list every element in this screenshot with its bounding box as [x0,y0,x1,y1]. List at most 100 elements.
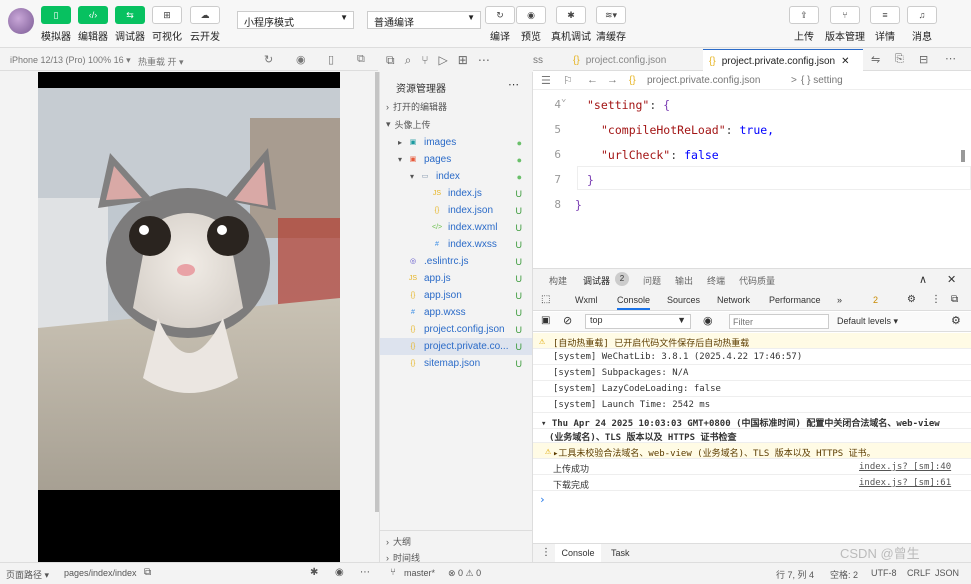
preview-icon[interactable]: ⎘ [895,53,904,66]
indentation[interactable]: 空格: 2 [830,568,858,581]
list-item[interactable]: {} app.json U [380,287,532,304]
list-item[interactable]: {} index.json U [380,202,532,219]
list-item[interactable]: ▾ ▣ pages ● [380,151,532,168]
git-branch[interactable]: master* [404,568,435,578]
app-avatar[interactable] [8,8,34,34]
close-icon[interactable]: ✕ [947,273,956,286]
devtools-subtab[interactable]: Wxml [575,295,598,305]
device-select[interactable]: iPhone 12/13 (Pro) 100% 16 ▾ [10,55,131,66]
page-path-select[interactable]: 页面路径 ▾ [6,568,49,581]
dock-icon[interactable]: ⧉ [951,294,958,305]
git-icon[interactable]: ⑂ [421,53,428,67]
problems-count[interactable]: ⊗ 0 ⚠ 0 [448,568,481,579]
gear-icon[interactable]: ⚙ [951,314,961,327]
tab-previous[interactable]: ss [533,55,543,66]
more-icon[interactable]: ⋯ [478,53,490,67]
open-editors-section[interactable]: › 打开的编辑器 [380,98,532,115]
version-button[interactable]: ⑂ 版本管理 [823,6,867,43]
debug-icon[interactable]: ▷ [439,53,448,67]
clear-cache-button[interactable]: ≋▾ 清缓存 [589,6,633,43]
drawer-tab-task[interactable]: Task [611,548,630,558]
gear-icon[interactable]: ⚙ [907,294,916,305]
devtools-subtab[interactable]: Performance [769,295,821,305]
project-section[interactable]: ▾ 头像上传 [380,116,532,133]
hotreload-toggle[interactable]: 热重载 开 ▾ [138,55,184,68]
more-icon[interactable]: ⋯ [360,567,370,578]
devtools-tab[interactable]: 构建 [549,274,567,287]
popout-icon[interactable]: ⧉ [357,53,365,66]
list-item[interactable]: ◎ .eslintrc.js U [380,253,532,270]
list-item[interactable]: {} project.config.json U [380,321,532,338]
tab-project-config[interactable]: {} project.config.json [573,49,701,71]
more-icon[interactable]: ⋮ [931,294,941,305]
forward-icon[interactable]: → [607,74,618,86]
preview-button[interactable]: ◉ 预览 [509,6,553,43]
stop-icon[interactable]: ◉ [296,53,306,66]
editor-scrollbar[interactable] [961,150,965,162]
mode-select[interactable]: 小程序模式 ▼ [237,11,354,29]
list-item[interactable]: {} project.private.co... U [380,338,532,355]
devtools-subtab[interactable]: Sources [667,295,700,305]
devtools-tab[interactable]: 问题 [643,274,661,287]
compare-icon[interactable]: ⇋ [871,53,880,66]
remote-debug-button[interactable]: ✱ 真机调试 [549,6,593,43]
list-item[interactable]: ▸ ▣ images ● [380,134,532,151]
back-icon[interactable]: ← [587,74,598,86]
phone-icon[interactable]: ▯ [328,53,334,66]
breadcrumb-node[interactable]: { } setting [801,75,843,86]
inspect-icon[interactable]: ⬚ [541,294,550,305]
cursor-position[interactable]: 行 7, 列 4 [776,568,814,581]
console-prompt[interactable]: › [539,493,546,506]
drawer-tab-console[interactable]: Console [555,544,601,564]
devtools-subtab[interactable]: » [837,295,842,305]
bug-icon[interactable]: ✱ [310,567,318,578]
cloud-button[interactable]: ☁ 云开发 [183,6,227,43]
eye-icon[interactable]: ◉ [703,314,713,327]
language-mode[interactable]: JSON [935,568,959,578]
more-icon[interactable]: ⋮ [541,547,551,558]
list-item[interactable]: # app.wxss U [380,304,532,321]
sidebar-icon[interactable]: ▣ [541,315,550,326]
list-item[interactable]: ▾ ▭ index ● [380,168,532,185]
code-editor[interactable]: 4 "setting": {5 "compileHotReLoad": true, 6… [533,90,971,270]
more-icon[interactable]: ⋯ [945,52,956,65]
warning-count[interactable]: 2 [873,295,878,305]
chevron-up-icon[interactable]: ∧ [919,273,927,286]
breadcrumb-file[interactable]: project.private.config.json [647,75,760,86]
levels-select[interactable]: Default levels ▾ [837,316,898,327]
list-item[interactable]: JS app.js U [380,270,532,287]
extensions-icon[interactable]: ⊞ [458,53,468,67]
filter-input[interactable] [729,314,829,329]
outline-section[interactable]: › 大纲 [380,533,532,550]
list-item[interactable]: {} sitemap.json U [380,355,532,372]
compile-select[interactable]: 普通编译 ▼ [367,11,481,29]
devtools-tab[interactable]: 代码质量 [739,274,775,287]
clear-icon[interactable]: ⊘ [563,314,572,327]
list-icon[interactable]: ☰ [541,74,551,87]
line-ending[interactable]: CRLF [907,568,931,578]
more-icon[interactable]: ⋯ [508,78,519,91]
list-item[interactable]: </> index.wxml U [380,219,532,236]
close-icon[interactable]: ✕ [841,56,849,67]
source-link[interactable]: index.js? [sm]:61 [859,478,951,488]
fold-icon[interactable]: ⌄ [561,94,566,104]
rotate-icon[interactable]: ↻ [264,53,273,66]
devtools-subtab[interactable]: Console [617,295,651,310]
context-select[interactable]: top ▼ [585,314,691,329]
search-icon[interactable]: ⌕ [405,53,412,68]
devtools-subtab[interactable]: Network [717,295,750,305]
devtools-tab[interactable]: 输出 [675,274,693,287]
source-link[interactable]: index.js? [sm]:40 [859,462,951,472]
split-icon[interactable]: ⊟ [919,53,928,66]
devtools-tab[interactable]: 终端 [707,274,725,287]
list-item[interactable]: # index.wxss U [380,236,532,253]
tab-project-private-config[interactable]: {} project.private.config.json ✕ [703,49,863,72]
list-item[interactable]: JS index.js U [380,185,532,202]
eye-icon[interactable]: ◉ [335,567,344,578]
files-icon[interactable]: ⧉ [386,53,395,68]
upload-button[interactable]: ⇪ 上传 [782,6,826,43]
copy-icon[interactable]: ⧉ [144,567,151,578]
encoding[interactable]: UTF-8 [871,568,897,578]
messages-button[interactable]: ♫ 消息 [900,6,944,43]
devtools-tab[interactable]: 调试器 [583,274,610,287]
